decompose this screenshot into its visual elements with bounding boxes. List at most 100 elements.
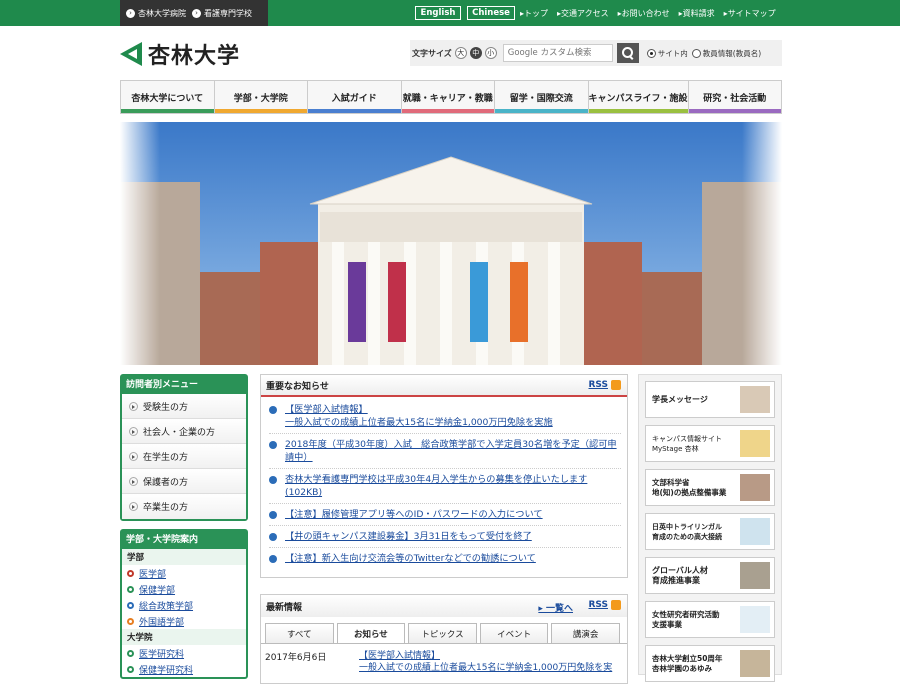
top-link-home[interactable]: ▸トップ [520, 8, 548, 19]
latest-rss-link[interactable]: RSS [588, 600, 621, 610]
visitor-item-applicants[interactable]: 受験生の方 [122, 394, 246, 419]
faculty-guide: 学部・大学院案内 学部 医学部 保健学部 総合政策学部 外国語学部 大学院 医学… [120, 529, 248, 679]
hospital-link[interactable]: › 杏林大学病院 [126, 8, 186, 19]
nav-international[interactable]: 留学・国際交流 [495, 81, 589, 113]
chevron-right-icon [129, 426, 138, 436]
visitor-item-label: 卒業生の方 [143, 503, 189, 513]
global-photo [740, 562, 770, 589]
bullet-icon [127, 569, 134, 577]
nav-underline [588, 109, 688, 113]
tab-topics[interactable]: トピックス [408, 623, 477, 643]
notice-text: 杏林大学看護専門学校は平成30年4月入学生からの募集を停止いたします(102KB… [285, 474, 588, 498]
entry-link[interactable]: 【医学部入試情報】 一般入試での成績上位者最大15名に学納金1,000万円免除を… [359, 650, 621, 674]
top-link-contact[interactable]: ▸お問い合わせ [618, 8, 670, 19]
faculty-link-label: 総合政策学部 [139, 601, 194, 612]
scope-site-radio[interactable] [646, 48, 656, 58]
banner-50th-anniversary[interactable]: 杏林大学創立50周年 杏林学園のあゆみ [645, 645, 775, 682]
visitor-item-label: 保護者の方 [143, 477, 189, 488]
font-size-label: 文字サイズ [412, 48, 452, 58]
latest-list-link[interactable]: ▸ 一覧へ [538, 601, 573, 614]
banner-label: グローバル人材 育成推進事業 [652, 565, 708, 585]
bullet-icon [269, 533, 277, 541]
notice-item[interactable]: 【医学部入試情報】 一般入試での成績上位者最大15名に学納金1,000万円免除を… [269, 399, 621, 434]
nav-research-label: 研究・社会活動 [703, 93, 767, 104]
nav-career[interactable]: 就職・キャリア・教職 [401, 81, 495, 113]
important-notices-title: 重要なお知らせ [266, 381, 329, 392]
logo-name: 杏林大学 [148, 44, 241, 69]
visitor-item-parents[interactable]: 保護者の方 [122, 469, 246, 494]
faculty-link-policy[interactable]: 総合政策学部 [122, 597, 246, 613]
bullet-icon [269, 476, 277, 484]
nursing-school-link[interactable]: › 看護専門学校 [192, 8, 252, 19]
faculty-link-foreign-languages[interactable]: 外国語学部 [122, 613, 246, 629]
bullet-icon [127, 601, 134, 609]
nav-underline [308, 109, 401, 113]
trilingual-graphic [740, 518, 770, 545]
nav-faculties[interactable]: 学部・大学院 [214, 81, 308, 113]
banner-mystage[interactable]: キャンパス情報サイト MyStage 杏林 [645, 425, 775, 462]
nav-campus-life-label: キャンパスライフ・施設 [588, 93, 688, 104]
nav-admissions[interactable]: 入試ガイド [308, 81, 402, 113]
nav-admissions-label: 入試ガイド [331, 93, 377, 104]
faculty-link-medicine[interactable]: 医学部 [122, 565, 246, 581]
top-link-request[interactable]: ▸資料請求 [679, 8, 715, 19]
visitor-item-business[interactable]: 社会人・企業の方 [122, 419, 246, 444]
banner-women-researchers[interactable]: 女性研究者研究活動 支援事業 [645, 601, 775, 638]
banner-trilingual[interactable]: 日英中トライリンガル 育成のための高大接続 [645, 513, 775, 550]
global-nav: 杏林大学について 学部・大学院 入試ガイド 就職・キャリア・教職 留学・国際交流… [120, 80, 782, 114]
english-button[interactable]: English [415, 6, 461, 20]
notice-item[interactable]: 杏林大学看護専門学校は平成30年4月入学生からの募集を停止いたします(102KB… [269, 469, 621, 504]
banner-label: 女性研究者研究活動 支援事業 [652, 609, 720, 629]
bullet-icon [269, 555, 277, 563]
banner-label: キャンパス情報サイト MyStage 杏林 [652, 434, 722, 453]
visitor-menu-title: 訪問者別メニュー [122, 376, 246, 394]
scope-staff-label: 教員情報(教員名) [702, 48, 762, 58]
banner-global[interactable]: グローバル人材 育成推進事業 [645, 557, 775, 594]
chevron-right-icon [129, 476, 138, 486]
search-input[interactable] [502, 44, 613, 62]
bullet-icon [127, 665, 134, 673]
visitor-item-alumni[interactable]: 卒業生の方 [122, 494, 246, 519]
nav-campus-life[interactable]: キャンパスライフ・施設 [588, 81, 689, 113]
rss-icon [611, 380, 621, 390]
visitor-item-students[interactable]: 在学生の方 [122, 444, 246, 469]
banner-president-message[interactable]: 学長メッセージ [645, 381, 775, 418]
top-links: ▸トップ ▸交通アクセス ▸お問い合わせ ▸資料請求 ▸サイトマップ [520, 6, 785, 20]
top-link-sitemap[interactable]: ▸サイトマップ [724, 8, 776, 19]
right-banners: 学長メッセージ キャンパス情報サイト MyStage 杏林 文部科学省 地(知)… [638, 374, 782, 682]
nav-underline [121, 109, 214, 113]
nav-about[interactable]: 杏林大学について [121, 81, 215, 113]
search-button[interactable] [616, 43, 639, 63]
chevron-right-icon: › [192, 8, 201, 18]
tab-notices[interactable]: お知らせ [336, 623, 406, 643]
faculty-link-label: 外国語学部 [139, 617, 185, 628]
latest-news-title: 最新情報 [266, 602, 303, 613]
chinese-button[interactable]: Chinese [467, 6, 515, 20]
top-link-access[interactable]: ▸交通アクセス [557, 8, 609, 19]
faculty-link-label: 医学部 [139, 569, 167, 580]
grad-link-label: 保健学研究科 [139, 665, 194, 676]
font-size-medium-button[interactable]: 中 [469, 47, 482, 59]
scope-staff-radio[interactable] [691, 48, 701, 58]
anniversary-photo [740, 650, 770, 677]
font-size-small-button[interactable]: 小 [484, 47, 497, 59]
font-size-large-button[interactable]: 大 [454, 47, 467, 59]
notice-item[interactable]: 【注意】履修管理アプリ等へのID・パスワードの入力について [269, 504, 621, 526]
banner-label: 日英中トライリンガル 育成のための高大接続 [652, 522, 722, 541]
faculty-link-health[interactable]: 保健学部 [122, 581, 246, 597]
bullet-icon [127, 649, 134, 657]
nav-research[interactable]: 研究・社会活動 [688, 81, 782, 113]
notice-item[interactable]: 【注意】新入生向け交流会等のTwitterなどでの勧誘について [269, 548, 621, 569]
important-notices-list: 【医学部入試情報】 一般入試での成績上位者最大15名に学納金1,000万円免除を… [261, 397, 627, 569]
site-logo[interactable]: 杏林大学 [120, 38, 240, 70]
tab-lectures[interactable]: 講演会 [551, 623, 620, 643]
notice-item[interactable]: 2018年度（平成30年度）入試 総合政策学部で入学定員30名増を予定（認可申請… [269, 434, 621, 469]
grad-link-medicine[interactable]: 医学研究科 [122, 645, 246, 661]
banner-coc[interactable]: 文部科学省 地(知)の拠点整備事業 [645, 469, 775, 506]
rss-label: RSS [588, 600, 609, 610]
important-rss-link[interactable]: RSS [589, 380, 621, 390]
tab-events[interactable]: イベント [479, 623, 549, 643]
notice-text: 【注意】履修管理アプリ等へのID・パスワードの入力について [285, 509, 543, 520]
tab-all[interactable]: すべて [265, 623, 334, 643]
notice-item[interactable]: 【井の頭キャンパス建設募金】3月31日をもって受付を終了 [269, 526, 621, 548]
